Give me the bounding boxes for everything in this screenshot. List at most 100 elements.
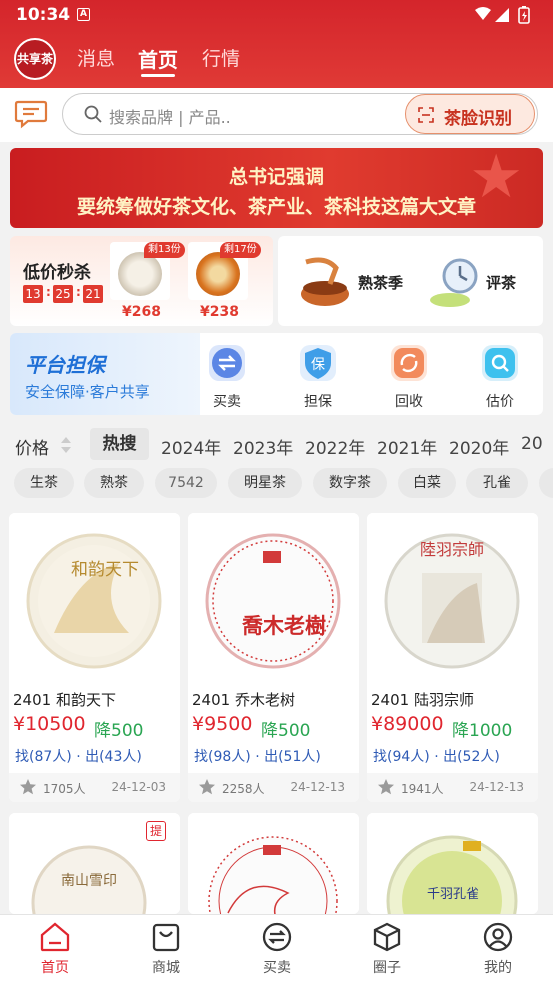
nav-label: 首页 bbox=[41, 960, 69, 976]
countdown-hours: 13 bbox=[23, 285, 43, 303]
product-card[interactable]: 千羽孔雀 bbox=[367, 813, 538, 914]
filter-bar: 价格 热搜 2024年 2023年 2022年 2021年 2020年 20 bbox=[0, 424, 553, 466]
status-time: 10:34 bbox=[16, 5, 71, 25]
tag-peacock[interactable]: 孔雀 bbox=[466, 468, 528, 498]
notification-icon: A bbox=[77, 8, 90, 21]
tea-review-label: 评茶 bbox=[486, 274, 517, 292]
product-image: 喬木老樹 bbox=[188, 513, 359, 685]
search-icon bbox=[84, 105, 102, 123]
cube-icon bbox=[373, 922, 401, 952]
search-row: 搜索品牌 | 产品.. 茶脸识别 bbox=[0, 88, 553, 142]
update-date: 24-12-13 bbox=[469, 780, 524, 794]
valuation-search-icon[interactable] bbox=[482, 345, 518, 381]
nav-label: 我的 bbox=[484, 960, 512, 976]
product-image: 和韵天下 bbox=[9, 513, 180, 685]
star-icon[interactable] bbox=[198, 778, 216, 796]
price-drop: 降1000 bbox=[452, 721, 513, 741]
price-drop: 降500 bbox=[261, 721, 311, 741]
product-footer: 1941人 24-12-13 bbox=[367, 773, 538, 802]
guarantee-item-label[interactable]: 买卖 bbox=[197, 391, 257, 411]
nav-trade[interactable]: 买卖 bbox=[237, 921, 317, 981]
search-placeholder: 搜索品牌 | 产品.. bbox=[109, 108, 231, 127]
season-panel[interactable]: 熟茶季 评茶 bbox=[278, 236, 543, 326]
nav-home[interactable]: 首页 bbox=[15, 921, 95, 981]
trade-icon bbox=[262, 922, 292, 952]
nav-label: 商城 bbox=[152, 960, 180, 976]
star-icon[interactable] bbox=[377, 778, 395, 796]
tea-face-recognition-button[interactable]: 茶脸识别 bbox=[405, 94, 535, 134]
product-card[interactable] bbox=[188, 813, 359, 914]
promo-banner[interactable]: ★ 总书记强调 要统筹做好茶文化、茶产业、茶科技这篇大文章 bbox=[10, 148, 543, 228]
trade-icon[interactable] bbox=[209, 345, 245, 381]
followers-count: 1941人 bbox=[401, 782, 444, 796]
guarantee-shield-icon[interactable]: 保 bbox=[300, 345, 336, 381]
guarantee-item-label[interactable]: 担保 bbox=[288, 391, 348, 411]
nav-community[interactable]: 圈子 bbox=[347, 921, 427, 981]
banner-line-1: 总书记强调 bbox=[228, 166, 324, 188]
user-icon bbox=[483, 922, 513, 952]
year-filter[interactable]: 2023年 bbox=[233, 434, 293, 459]
system-status-icons bbox=[475, 6, 530, 24]
price-drop: 降500 bbox=[94, 721, 144, 741]
product-footer: 1705人 24-12-03 bbox=[9, 773, 180, 802]
active-tab-indicator bbox=[141, 74, 175, 77]
hot-search-filter[interactable]: 热搜 bbox=[90, 428, 149, 460]
guarantee-subtitle: 安全保障·客户共享 bbox=[25, 383, 150, 401]
recycle-icon[interactable] bbox=[391, 345, 427, 381]
tab-messages[interactable]: 消息 bbox=[77, 44, 115, 71]
product-image: 陸羽宗師 bbox=[367, 513, 538, 685]
tab-market[interactable]: 行情 bbox=[202, 44, 240, 71]
cake-text: 和韵天下 bbox=[71, 560, 139, 580]
year-filter[interactable]: 20 bbox=[521, 434, 543, 454]
year-filter[interactable]: 2021年 bbox=[377, 434, 437, 459]
countdown-seconds: 21 bbox=[83, 285, 103, 303]
star-icon[interactable] bbox=[19, 778, 37, 796]
product-price: ¥9500 bbox=[192, 713, 253, 735]
nav-shop[interactable]: 商城 bbox=[126, 921, 206, 981]
update-date: 24-12-03 bbox=[111, 780, 166, 794]
seckill-price: ¥238 bbox=[200, 304, 239, 320]
stock-badge: 剩13份 bbox=[144, 242, 185, 258]
nav-label: 买卖 bbox=[263, 960, 291, 976]
tab-home[interactable]: 首页 bbox=[138, 44, 178, 73]
app-logo[interactable]: 共享茶 bbox=[14, 38, 56, 80]
product-name: 2401 乔木老树 bbox=[192, 691, 295, 709]
category-tags: 生茶 熟茶 7542 明星茶 数字茶 白菜 孔雀 bbox=[0, 468, 553, 500]
countdown-minutes: 25 bbox=[53, 285, 73, 303]
product-card[interactable]: 和韵天下 2401 和韵天下 ¥10500 降500 找(87人) · 出(43… bbox=[9, 513, 180, 802]
timer-cup-icon bbox=[430, 258, 478, 307]
guarantee-item-label[interactable]: 回收 bbox=[379, 391, 439, 411]
tag-more[interactable] bbox=[539, 468, 553, 498]
nav-profile[interactable]: 我的 bbox=[458, 921, 538, 981]
sort-arrows-icon[interactable] bbox=[60, 436, 72, 454]
seckill-price: ¥268 bbox=[122, 304, 161, 320]
year-filter[interactable]: 2020年 bbox=[449, 434, 509, 459]
product-card[interactable]: 南山雪印 提 bbox=[9, 813, 180, 914]
tag-raw-tea[interactable]: 生茶 bbox=[14, 468, 74, 498]
followers-count: 2258人 bbox=[222, 782, 265, 796]
message-icon[interactable] bbox=[14, 99, 48, 129]
tag-7542[interactable]: 7542 bbox=[155, 468, 217, 498]
tag-ripe-tea[interactable]: 熟茶 bbox=[84, 468, 144, 498]
year-filter[interactable]: 2024年 bbox=[161, 434, 221, 459]
product-card[interactable]: 喬木老樹 2401 乔木老树 ¥9500 降500 找(98人) · 出(51人… bbox=[188, 513, 359, 802]
ripe-tea-season-label: 熟茶季 bbox=[358, 274, 404, 292]
price-filter[interactable]: 价格 bbox=[15, 434, 49, 459]
product-card[interactable]: 陸羽宗師 2401 陆羽宗师 ¥89000 降1000 找(94人) · 出(5… bbox=[367, 513, 538, 802]
tag-star-tea[interactable]: 明星茶 bbox=[228, 468, 302, 498]
teapot-icon bbox=[301, 257, 349, 306]
guarantee-banner[interactable]: 平台担保 安全保障·客户共享 bbox=[10, 333, 200, 415]
product-price: ¥89000 bbox=[371, 713, 444, 735]
banner-line-2: 要统筹做好茶文化、茶产业、茶科技这篇大文章 bbox=[76, 196, 476, 218]
shop-bag-icon bbox=[152, 923, 180, 952]
search-input[interactable]: 搜索品牌 | 产品.. 茶脸识别 bbox=[62, 93, 538, 135]
year-filter[interactable]: 2022年 bbox=[305, 434, 365, 459]
cake-text: 喬木老樹 bbox=[241, 613, 326, 638]
product-footer: 2258人 24-12-13 bbox=[188, 773, 359, 802]
tag-cabbage[interactable]: 白菜 bbox=[398, 468, 456, 498]
seckill-panel[interactable]: 低价秒杀 13 : 25 : 21 剩13份 ¥268 剩17份 ¥238 bbox=[10, 236, 273, 326]
top-nav: 共享茶 消息 首页 行情 bbox=[0, 36, 553, 80]
tag-digital-tea[interactable]: 数字茶 bbox=[313, 468, 387, 498]
guarantee-item-label[interactable]: 估价 bbox=[470, 391, 530, 411]
cake-text: 南山雪印 bbox=[61, 873, 117, 889]
